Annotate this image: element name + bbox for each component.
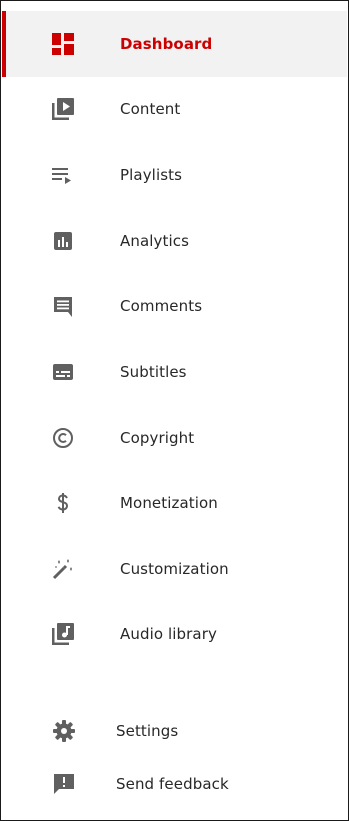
sidebar-item-comments[interactable]: Comments [2, 273, 347, 339]
sidebar-item-label: Customization [120, 560, 229, 578]
sidebar-item-label: Send feedback [116, 775, 229, 793]
audio-library-icon [51, 622, 75, 646]
sidebar-item-copyright[interactable]: Copyright [2, 405, 347, 471]
sidebar-item-label: Dashboard [120, 35, 213, 53]
customization-icon [51, 557, 75, 581]
sidebar-item-label: Subtitles [120, 363, 187, 381]
sidebar-item-label: Playlists [120, 166, 183, 184]
sidebar-item-label: Settings [116, 722, 179, 740]
sidebar-item-analytics[interactable]: Analytics [2, 208, 347, 274]
feedback-icon [52, 772, 76, 796]
subtitles-icon [51, 360, 75, 384]
sidebar: Dashboard Content Playlists Analytics Co… [0, 0, 349, 821]
sidebar-item-label: Analytics [120, 232, 190, 250]
analytics-icon [51, 229, 75, 253]
gear-icon [52, 719, 76, 743]
monetization-icon [51, 491, 75, 515]
sidebar-item-monetization[interactable]: Monetization [2, 470, 347, 536]
sidebar-item-subtitles[interactable]: Subtitles [2, 339, 347, 405]
sidebar-item-label: Audio library [120, 625, 217, 643]
sidebar-item-dashboard[interactable]: Dashboard [2, 11, 347, 77]
sidebar-item-customization[interactable]: Customization [2, 536, 347, 602]
copyright-icon [51, 426, 75, 450]
sidebar-item-label: Comments [120, 297, 203, 315]
sidebar-item-content[interactable]: Content [2, 76, 347, 142]
sidebar-item-label: Monetization [120, 494, 218, 512]
sidebar-item-label: Copyright [120, 429, 195, 447]
dashboard-icon [51, 32, 75, 56]
content-icon [51, 97, 75, 121]
sidebar-item-send-feedback[interactable]: Send feedback [2, 751, 347, 817]
sidebar-item-label: Content [120, 100, 181, 118]
playlists-icon [51, 163, 75, 187]
sidebar-item-audio-library[interactable]: Audio library [2, 601, 347, 667]
sidebar-item-playlists[interactable]: Playlists [2, 142, 347, 208]
comments-icon [51, 294, 75, 318]
